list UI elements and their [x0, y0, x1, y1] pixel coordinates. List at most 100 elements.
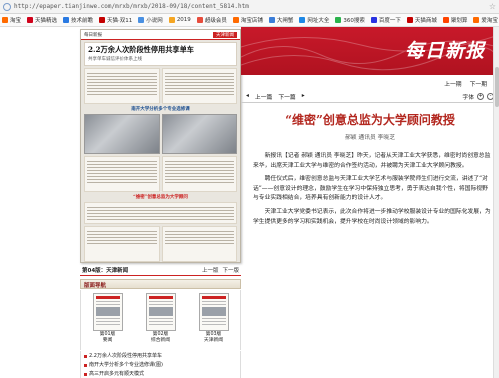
issue-navigation: 上一期 下一期 — [444, 79, 487, 88]
news-photo[interactable] — [84, 113, 160, 154]
article-navigation: ◂ 上一篇 下一篇 ▸ — [246, 92, 305, 101]
bullet-icon — [84, 373, 87, 376]
bookmark-label: 百度一下 — [378, 18, 401, 24]
bookmark-label: 爱淘宝 — [481, 18, 498, 24]
index-title: 版面导航 — [80, 279, 241, 289]
globe-icon — [3, 2, 11, 11]
edition-badge: 天津新闻 — [213, 31, 237, 38]
bookmark-item[interactable]: 爱淘宝 — [473, 16, 498, 24]
article-list-item[interactable]: 高三开启多元有顺天模式 — [84, 370, 237, 378]
story-block[interactable] — [161, 67, 237, 104]
newspaper-page[interactable]: 每日新报 天津新闻 2.2万余人次阶段性停用共享单车 共享单车诚信评价体系上线 … — [80, 29, 241, 263]
left-column: 每日新报 天津新闻 2.2万余人次阶段性停用共享单车 共享单车诚信评价体系上线 … — [0, 27, 241, 378]
bookmark-label: 聚划算 — [450, 18, 468, 24]
page-thumbnail[interactable]: 第01版 要闻 — [92, 293, 123, 350]
address-bar[interactable]: http://epaper.tianjinwe.com/mrxb/mrxb/20… — [0, 0, 499, 14]
article-link[interactable]: 南开大学分析多个专业选修课(图) — [89, 361, 163, 370]
bookmark-item[interactable]: 网址大全 — [299, 16, 329, 24]
bookmark-item[interactable]: 超级会员 — [196, 16, 227, 24]
masthead: 每日新报 — [241, 27, 499, 75]
article-link[interactable]: 高三开启多元有顺天模式 — [89, 370, 144, 378]
story-block[interactable] — [161, 225, 237, 262]
next-issue-link[interactable]: 下一期 — [470, 79, 487, 88]
bookmark-item[interactable]: 百度一下 — [370, 16, 401, 24]
page-navigation: 第04版：天津新闻 上一版 下一版 — [80, 265, 241, 276]
bookmark-label: 天猫商城 — [414, 18, 437, 24]
right-column: 每日新报 上一期 下一期 ◂ 上一篇 下一篇 ▸ 字体 + - “维密”创意总监… — [241, 27, 499, 378]
article-body: 新报讯【记者 郝颖 通讯员 李晓芝】昨天，记者从天津工业大学获悉，维密时尚创意总… — [253, 152, 491, 231]
newspaper-date: 每日新报 — [84, 32, 102, 38]
bookmark-item[interactable]: 360搜索 — [335, 16, 365, 24]
thumbnail-caption[interactable]: 第02版 综合新闻 — [151, 332, 170, 343]
story-block[interactable] — [84, 225, 160, 262]
bookmark-item[interactable]: 天猫精选 — [27, 16, 57, 24]
bookmark-icon — [370, 17, 377, 23]
newspaper-body — [84, 67, 237, 104]
bookmark-label: 小说网 — [146, 18, 163, 24]
newspaper-photos — [84, 113, 237, 154]
font-increase-button[interactable]: + — [477, 92, 484, 100]
page-scrollbar[interactable] — [493, 27, 499, 378]
page-thumbnail[interactable]: 第02版 综合新闻 — [145, 293, 176, 350]
url-text[interactable]: http://epaper.tianjinwe.com/mrxb/mrxb/20… — [14, 3, 249, 10]
bookmark-icon — [268, 17, 275, 23]
bookmark-item[interactable]: 淘宝店铺 — [232, 16, 263, 24]
page-thumbnails: 第01版 要闻 第02版 综合新闻 第03版 天津新闻 — [80, 290, 241, 350]
prev-issue-link[interactable]: 上一期 — [444, 79, 461, 88]
star-icon[interactable]: ☆ — [489, 2, 496, 11]
page: 每日新报 天津新闻 2.2万余人次阶段性停用共享单车 共享单车诚信评价体系上线 … — [0, 27, 499, 378]
page-thumbnail[interactable]: 第03版 天津新闻 — [198, 293, 229, 350]
prev-edition-link[interactable]: 上一版 — [202, 266, 219, 274]
bookmark-item[interactable]: 技术前瞻 — [63, 16, 93, 24]
bookmark-item[interactable]: 小说网 — [138, 16, 163, 24]
newspaper-body-2 — [84, 155, 237, 192]
article-paragraph: 新报讯【记者 郝颖 通讯员 李晓芝】昨天，记者从天津工业大学获悉，维密时尚创意总… — [253, 153, 491, 169]
bookmark-item[interactable]: 聚划算 — [442, 16, 468, 24]
scrollbar-thumb[interactable] — [495, 67, 499, 107]
newspaper-logo[interactable]: 每日新报 — [405, 36, 485, 63]
thumbnail-image[interactable] — [198, 293, 229, 331]
bookmark-icon — [335, 17, 342, 23]
bookmark-icon — [27, 17, 34, 23]
article-byline: 郝颖 通讯员 李晓芝 — [344, 135, 396, 141]
thumbnail-caption[interactable]: 第01版 要闻 — [100, 332, 116, 343]
bookmark-item[interactable]: 天猫商城 — [406, 16, 437, 24]
lead-headline: 2.2万余人次阶段性停用共享单车 — [88, 45, 194, 54]
story-block[interactable] — [161, 155, 237, 192]
bookmark-icon — [406, 17, 413, 23]
newspaper-header: 每日新报 天津新闻 — [81, 30, 240, 40]
article-link[interactable]: 2.2万余人次阶段性停用共享单车 — [89, 352, 162, 361]
next-edition-link[interactable]: 下一版 — [222, 266, 239, 274]
thumbnail-image[interactable] — [92, 293, 123, 331]
bookmark-item[interactable]: 大闸蟹 — [268, 16, 294, 24]
story-block[interactable] — [84, 201, 237, 224]
thumbnail-image[interactable] — [145, 293, 176, 331]
next-article-link[interactable]: 下一篇 — [278, 92, 295, 101]
font-label: 字体 — [462, 94, 474, 101]
bookmark-item[interactable]: 天猫·双11 — [99, 16, 132, 24]
bookmark-label: 淘宝 — [10, 18, 22, 24]
bookmark-icon — [473, 17, 480, 23]
lead-story[interactable]: 2.2万余人次阶段性停用共享单车 共享单车诚信评价体系上线 — [84, 42, 237, 66]
font-size-control: 字体 + - — [462, 92, 494, 101]
story-block[interactable] — [84, 155, 160, 192]
prev-article-link[interactable]: 上一篇 — [255, 92, 272, 101]
bookmark-icon — [232, 17, 239, 23]
bookmark-item[interactable]: 2019 — [168, 17, 191, 23]
story-block[interactable] — [84, 67, 160, 104]
article-list-item[interactable]: 南开大学分析多个专业选修课(图) — [84, 361, 237, 370]
news-photo[interactable] — [161, 113, 237, 154]
bookmark-label: 360搜索 — [343, 18, 365, 24]
bookmark-label: 天猫精选 — [35, 18, 58, 24]
bookmark-label: 2019 — [176, 17, 191, 23]
bookmark-label: 大闸蟹 — [276, 18, 294, 24]
bookmark-icon — [299, 17, 306, 23]
bookmark-item[interactable]: 淘宝 — [2, 16, 21, 24]
article-list-item[interactable]: 2.2万余人次阶段性停用共享单车 — [84, 352, 237, 361]
bookmark-label: 技术前瞻 — [71, 18, 94, 24]
bookmark-icon — [442, 17, 449, 23]
article-list: 2.2万余人次阶段性停用共享单车 南开大学分析多个专业选修课(图) 高三开启多元有顺… — [80, 351, 241, 378]
thumbnail-caption[interactable]: 第03版 天津新闻 — [204, 332, 223, 343]
bookmark-icon — [2, 17, 8, 23]
lead-subhead: 共享单车诚信评价体系上线 — [88, 56, 142, 62]
